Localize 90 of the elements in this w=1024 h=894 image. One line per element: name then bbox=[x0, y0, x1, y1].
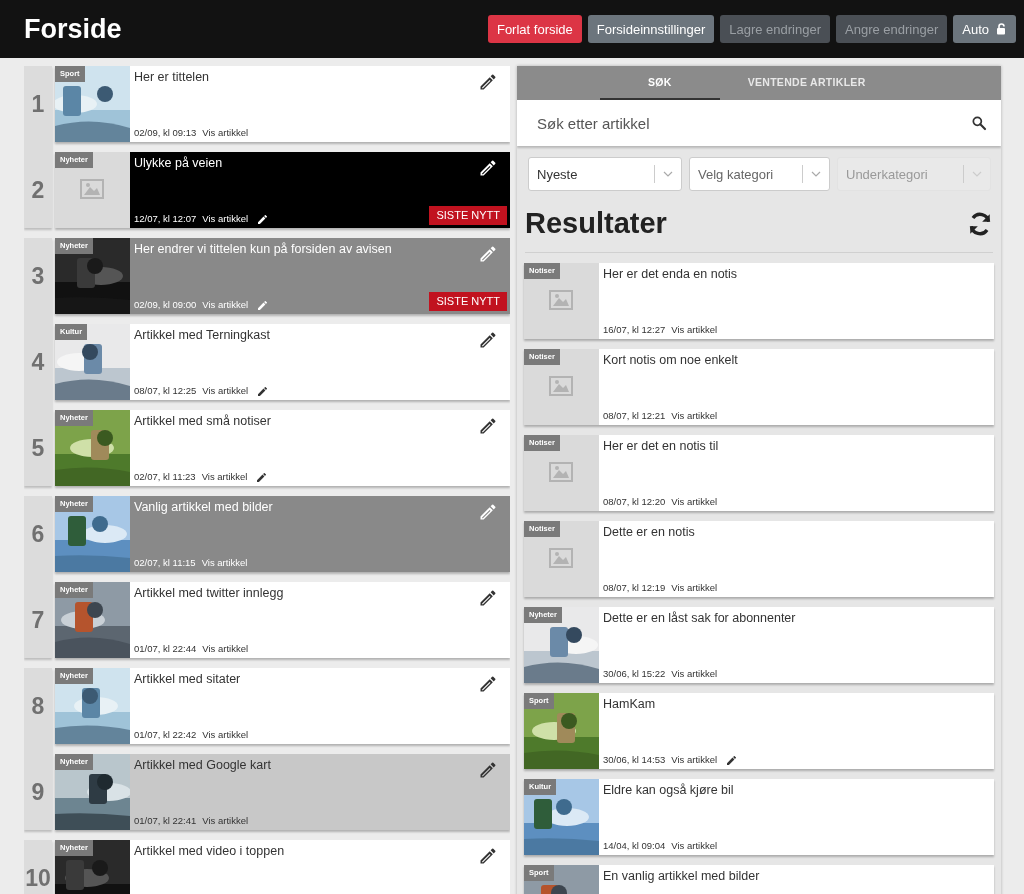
select-field[interactable]: Velg kategori bbox=[689, 157, 830, 191]
publish-date: 01/07, kl 22:44 bbox=[134, 643, 197, 655]
header-button[interactable]: Auto bbox=[953, 15, 1016, 43]
chevron-down-icon bbox=[811, 171, 821, 177]
article-title: Artikkel med sitater bbox=[134, 672, 241, 687]
article-title: Dette er en notis bbox=[603, 525, 695, 540]
breaking-news-badge: SISTE NYTT bbox=[429, 206, 507, 225]
view-article-link[interactable]: Vis artikkel bbox=[202, 815, 249, 827]
position-number: 1 bbox=[31, 90, 45, 118]
results-heading: Resultater bbox=[525, 207, 667, 240]
publish-date: 30/06, kl 15:22 bbox=[603, 668, 666, 680]
pencil-icon[interactable] bbox=[478, 846, 498, 866]
article-title: Eldre kan også kjøre bil bbox=[603, 783, 734, 798]
publish-date: 01/07, kl 22:41 bbox=[134, 815, 197, 827]
refresh-icon[interactable] bbox=[967, 210, 993, 237]
view-article-link[interactable]: Vis artikkel bbox=[201, 557, 248, 569]
article-title: Ulykke på veien bbox=[134, 156, 223, 171]
view-article-link[interactable]: Vis artikkel bbox=[671, 324, 718, 336]
publish-date: 02/09, kl 09:00 bbox=[134, 299, 197, 311]
image-placeholder-icon bbox=[549, 548, 573, 568]
position-number: 3 bbox=[31, 262, 45, 290]
view-article-link[interactable]: Vis artikkel bbox=[201, 471, 248, 483]
article-title: En vanlig artikkel med bilder bbox=[603, 869, 760, 884]
image-placeholder-icon bbox=[549, 290, 573, 310]
article-title: Her endrer vi tittelen kun på forsiden av avisen bbox=[134, 242, 392, 257]
pencil-icon[interactable] bbox=[478, 330, 498, 350]
view-article-link[interactable]: Vis artikkel bbox=[671, 840, 718, 852]
pencil-icon[interactable] bbox=[478, 72, 498, 92]
header-button[interactable]: Forlat forside bbox=[487, 15, 582, 43]
pencil-icon[interactable] bbox=[478, 158, 498, 178]
pencil-icon[interactable] bbox=[478, 588, 498, 608]
image-placeholder-icon bbox=[80, 179, 104, 199]
publish-date: 02/07, kl 11:15 bbox=[134, 557, 196, 569]
article-title: Artikkel med twitter innlegg bbox=[134, 586, 284, 601]
breaking-news-badge: SISTE NYTT bbox=[429, 292, 507, 311]
view-article-link[interactable]: Vis artikkel bbox=[202, 213, 249, 225]
search-field[interactable]: Søk etter artikkel bbox=[535, 113, 971, 133]
position-number: 4 bbox=[31, 348, 45, 376]
position-number: 9 bbox=[31, 778, 45, 806]
article-title: Her er det en notis til bbox=[603, 439, 719, 454]
view-article-link[interactable]: Vis artikkel bbox=[202, 385, 249, 397]
publish-date: 08/07, kl 12:19 bbox=[603, 582, 666, 594]
search-icon[interactable] bbox=[971, 115, 987, 131]
publish-date: 08/07, kl 12:20 bbox=[603, 496, 666, 508]
lock-icon bbox=[996, 23, 1007, 35]
article-title: Artikkel med video i toppen bbox=[134, 844, 285, 859]
publish-date: 02/07, kl 11:23 bbox=[134, 471, 196, 483]
publish-date: 30/06, kl 14:53 bbox=[603, 754, 666, 766]
article-title: Vanlig artikkel med bilder bbox=[134, 500, 273, 515]
pencil-icon[interactable] bbox=[478, 760, 498, 780]
article-title: Kort notis om noe enkelt bbox=[603, 353, 738, 368]
publish-date: 01/07, kl 22:42 bbox=[134, 729, 197, 741]
article-title: Artikkel med Google kart bbox=[134, 758, 271, 773]
publish-date: 02/09, kl 09:13 bbox=[134, 127, 197, 139]
view-article-link[interactable]: Vis artikkel bbox=[671, 410, 718, 422]
pencil-icon[interactable] bbox=[478, 416, 498, 436]
position-number: 7 bbox=[31, 606, 45, 634]
article-title: Her er tittelen bbox=[134, 70, 210, 85]
article-title: Artikkel med Terningkast bbox=[134, 328, 270, 343]
view-article-link[interactable]: Vis artikkel bbox=[202, 299, 249, 311]
position-number: 6 bbox=[31, 520, 45, 548]
publish-date: 14/04, kl 09:04 bbox=[603, 840, 666, 852]
header-button[interactable]: Forsideinnstillinger bbox=[587, 15, 715, 43]
position-number: 10 bbox=[25, 864, 51, 892]
image-placeholder-icon bbox=[549, 376, 573, 396]
article-title: HamKam bbox=[603, 697, 656, 712]
article-title: Artikkel med små notiser bbox=[134, 414, 271, 429]
position-number: 5 bbox=[31, 434, 45, 462]
article-title: Her er det enda en notis bbox=[603, 267, 738, 282]
search-bar[interactable]: Søk etter artikkel bbox=[517, 100, 1001, 146]
page-title: Forside bbox=[24, 13, 123, 45]
publish-date: 12/07, kl 12:07 bbox=[134, 213, 197, 225]
publish-date: 08/07, kl 12:21 bbox=[603, 410, 666, 422]
select-field[interactable]: Nyeste bbox=[528, 157, 682, 191]
article-title: Dette er en låst sak for abonnenter bbox=[603, 611, 796, 626]
image-placeholder-icon bbox=[549, 462, 573, 482]
view-article-link[interactable]: Vis artikkel bbox=[671, 496, 718, 508]
view-article-link[interactable]: Vis artikkel bbox=[671, 668, 718, 680]
view-article-link[interactable]: Vis artikkel bbox=[202, 729, 249, 741]
chevron-down-icon bbox=[972, 171, 982, 177]
view-article-link[interactable]: Vis artikkel bbox=[202, 643, 249, 655]
view-article-link[interactable]: Vis artikkel bbox=[202, 127, 249, 139]
position-number: 2 bbox=[31, 176, 45, 204]
publish-date: 08/07, kl 12:25 bbox=[134, 385, 197, 397]
pencil-icon[interactable] bbox=[478, 674, 498, 694]
position-number: 8 bbox=[31, 692, 45, 720]
chevron-down-icon bbox=[663, 171, 673, 177]
view-article-link[interactable]: Vis artikkel bbox=[671, 582, 718, 594]
publish-date: 16/07, kl 12:27 bbox=[603, 324, 666, 336]
view-article-link[interactable]: Vis artikkel bbox=[671, 754, 718, 766]
